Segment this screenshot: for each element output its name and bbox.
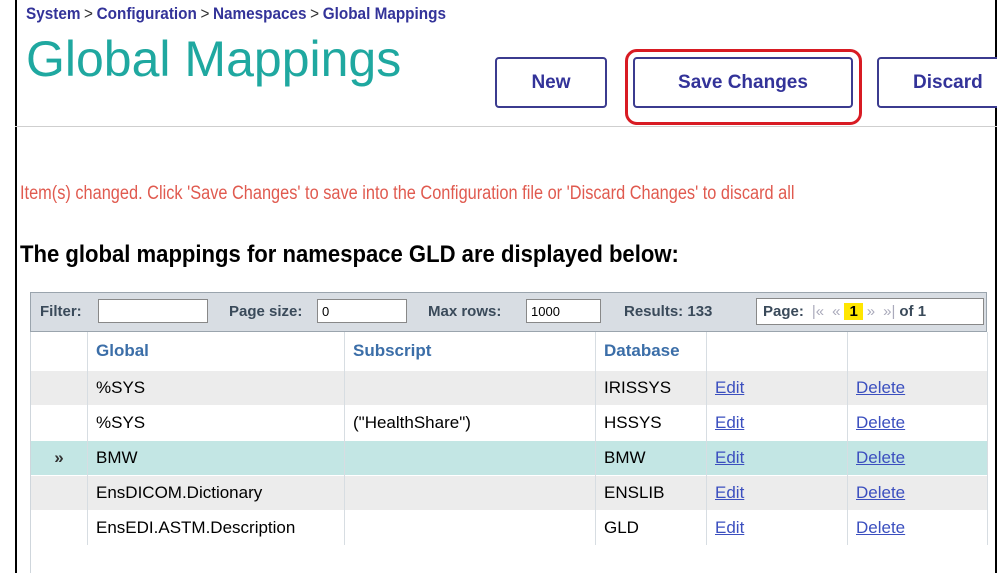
first-page-icon[interactable]: |« (812, 303, 824, 320)
delete-link[interactable]: Delete (856, 518, 905, 537)
row-marker (31, 510, 88, 545)
previous-page-icon[interactable]: « (832, 303, 840, 320)
breadcrumb-system[interactable]: System (26, 4, 80, 23)
page-size-label: Page size: (229, 303, 303, 320)
table-row[interactable]: EnsEDI.ASTM.Description GLD Edit Delete (31, 510, 988, 545)
filter-input[interactable] (98, 299, 208, 323)
page-size-input[interactable] (317, 299, 407, 323)
table-row-selected[interactable]: » BMW BMW Edit Delete (31, 440, 988, 476)
table-row[interactable]: %SYS IRISSYS Edit Delete (31, 370, 988, 406)
cell-edit: Edit (706, 475, 848, 511)
cell-global: %SYS (87, 370, 345, 406)
breadcrumb-separator: > (310, 4, 320, 23)
cell-delete: Delete (847, 510, 988, 545)
page-label: Page: (763, 303, 804, 320)
edit-link[interactable]: Edit (715, 518, 744, 537)
namespace-subheading: The global mappings for namespace GLD ar… (20, 241, 679, 268)
page-title: Global Mappings (26, 31, 402, 87)
page-count: of 1 (899, 303, 927, 320)
cell-edit: Edit (706, 405, 848, 441)
cell-database: IRISSYS (595, 370, 707, 406)
current-page[interactable]: 1 (844, 303, 863, 320)
cell-subscript (344, 510, 596, 545)
discard-button[interactable]: Discard (877, 57, 997, 108)
cell-delete: Delete (847, 440, 988, 476)
last-page-icon[interactable]: »| (883, 303, 895, 320)
cell-global: %SYS (87, 405, 345, 441)
row-marker (31, 370, 88, 406)
cell-subscript (344, 440, 596, 476)
cell-global: EnsEDI.ASTM.Description (87, 510, 345, 545)
unsaved-changes-message: Item(s) changed. Click 'Save Changes' to… (20, 183, 795, 204)
column-header-delete (847, 332, 988, 371)
breadcrumb-namespaces[interactable]: Namespaces (213, 4, 307, 23)
delete-link[interactable]: Delete (856, 413, 905, 432)
delete-link[interactable]: Delete (856, 378, 905, 397)
edit-link[interactable]: Edit (715, 378, 744, 397)
save-changes-button[interactable]: Save Changes (633, 57, 853, 108)
table-header-row: Global Subscript Database (31, 332, 988, 371)
page-left-border (15, 0, 17, 573)
table-row[interactable]: EnsDICOM.Dictionary ENSLIB Edit Delete (31, 475, 988, 511)
cell-edit: Edit (706, 510, 848, 545)
edit-link[interactable]: Edit (715, 448, 744, 467)
filter-bar: Filter: Page size: Max rows: Results: 13… (30, 292, 987, 332)
cell-subscript: ("HealthShare") (344, 405, 596, 441)
cell-database: HSSYS (595, 405, 707, 441)
new-button[interactable]: New (495, 57, 607, 108)
results-count: Results: 133 (624, 303, 713, 320)
cell-global: BMW (87, 440, 345, 476)
max-rows-input[interactable] (526, 299, 601, 323)
cell-delete: Delete (847, 370, 988, 406)
column-header-database[interactable]: Database (595, 332, 707, 371)
breadcrumb-global-mappings: Global Mappings (322, 4, 446, 23)
breadcrumb-separator: > (84, 4, 93, 23)
cell-global: EnsDICOM.Dictionary (87, 475, 345, 511)
next-page-icon[interactable]: » (867, 303, 875, 320)
column-header-global[interactable]: Global (87, 332, 345, 371)
cell-subscript (344, 370, 596, 406)
global-mappings-table: Global Subscript Database %SYS IRISSYS E… (30, 332, 988, 573)
cell-subscript (344, 475, 596, 511)
cell-delete: Delete (847, 475, 988, 511)
pager: Page: |« « 1 » »| of 1 (756, 298, 984, 325)
cell-delete: Delete (847, 405, 988, 441)
column-header-marker (31, 332, 88, 371)
delete-link[interactable]: Delete (856, 483, 905, 502)
max-rows-label: Max rows: (428, 303, 502, 320)
breadcrumb-separator: > (200, 4, 210, 23)
delete-link[interactable]: Delete (856, 448, 905, 467)
column-header-subscript[interactable]: Subscript (344, 332, 596, 371)
cell-database: GLD (595, 510, 707, 545)
table-row[interactable]: %SYS ("HealthShare") HSSYS Edit Delete (31, 405, 988, 441)
edit-link[interactable]: Edit (715, 483, 744, 502)
column-header-edit (706, 332, 848, 371)
row-marker (31, 475, 88, 511)
breadcrumb-configuration[interactable]: Configuration (97, 4, 197, 23)
cell-database: BMW (595, 440, 707, 476)
row-marker: » (31, 440, 88, 476)
row-marker (31, 405, 88, 441)
cell-database: ENSLIB (595, 475, 707, 511)
cell-edit: Edit (706, 370, 848, 406)
breadcrumb: System > Configuration > Namespaces > Global M… (26, 4, 446, 24)
edit-link[interactable]: Edit (715, 413, 744, 432)
filter-label: Filter: (40, 303, 82, 320)
cell-edit: Edit (706, 440, 848, 476)
header-divider (15, 126, 997, 127)
